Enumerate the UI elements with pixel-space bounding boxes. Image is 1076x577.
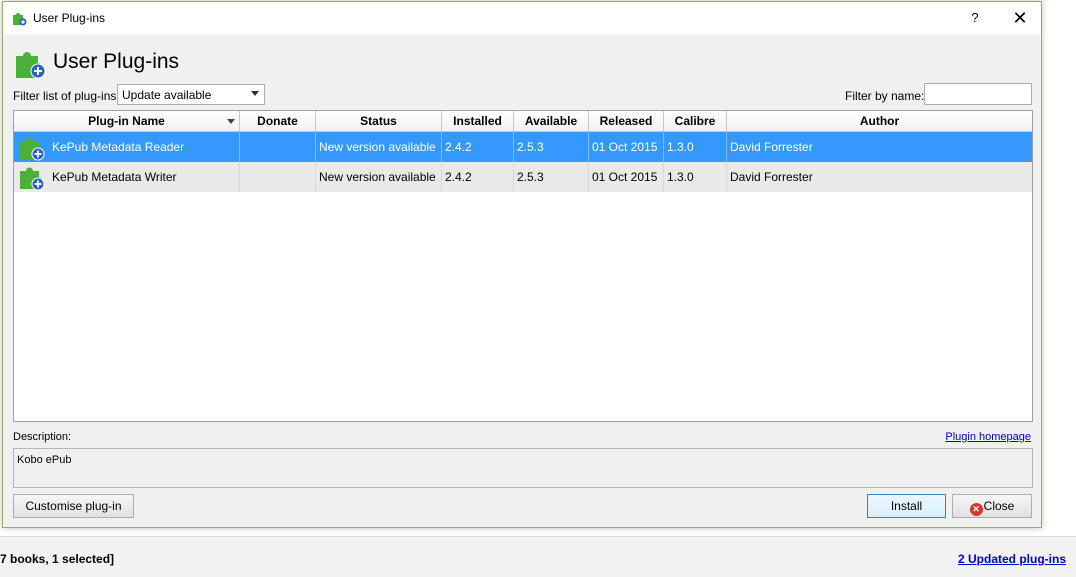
close-button-label: Close	[983, 499, 1015, 513]
books-count-status: 7 books, 1 selected]	[0, 552, 115, 566]
title-bar: User Plug-ins ? ✕	[3, 2, 1041, 34]
column-header-status[interactable]: Status	[316, 111, 442, 131]
puzzle-icon	[16, 52, 46, 79]
column-header-name[interactable]: Plug-in Name	[14, 111, 240, 131]
sort-arrow-icon	[227, 119, 235, 124]
plugins-table: Plug-in Name Donate Status Installed Ava…	[13, 110, 1033, 422]
customise-plugin-button[interactable]: Customise plug-in	[13, 494, 134, 518]
filter-list-select[interactable]: Update available	[117, 84, 265, 105]
plugin-name-cell: KePub Metadata Reader	[14, 132, 240, 162]
close-button[interactable]: ✕ Close	[952, 494, 1032, 518]
page-title: User Plug-ins	[53, 50, 180, 73]
app-status-bar: 7 books, 1 selected] 2 Updated plug-ins	[0, 536, 1076, 577]
available-cell: 2.5.3	[514, 162, 589, 192]
calibre-cell: 1.3.0	[664, 162, 727, 192]
chevron-down-icon	[251, 91, 259, 96]
available-cell: 2.5.3	[514, 132, 589, 162]
table-row[interactable]: KePub Metadata Reader New version availa…	[14, 132, 1032, 162]
donate-cell	[240, 132, 316, 162]
column-header-author[interactable]: Author	[727, 111, 1032, 131]
filter-name-input[interactable]	[924, 83, 1032, 105]
window-title: User Plug-ins	[33, 11, 106, 25]
column-header-donate[interactable]: Donate	[240, 111, 316, 131]
plugin-homepage-link[interactable]: Plugin homepage	[945, 431, 1031, 443]
updated-plugins-link[interactable]: 2 Updated plug-ins	[958, 552, 1066, 566]
column-header-available[interactable]: Available	[514, 111, 589, 131]
column-header-installed[interactable]: Installed	[442, 111, 514, 131]
plugin-icon	[20, 137, 45, 161]
filter-list-label: Filter list of plug-ins:	[13, 89, 120, 103]
status-cell: New version available	[316, 132, 442, 162]
author-cell: David Forrester	[730, 140, 813, 154]
user-plugins-dialog: User Plug-ins ? ✕ User Plug-ins Filter l…	[2, 1, 1042, 528]
install-button[interactable]: Install	[867, 494, 946, 518]
description-label: Description:	[13, 431, 72, 443]
released-cell: 01 Oct 2015	[589, 162, 664, 192]
column-header-released[interactable]: Released	[589, 111, 664, 131]
window-close-button[interactable]: ✕	[1005, 7, 1035, 29]
filter-list-value: Update available	[122, 88, 212, 102]
plugin-name-cell: KePub Metadata Writer	[14, 162, 240, 192]
close-icon: ✕	[969, 503, 983, 516]
status-cell: New version available	[316, 162, 442, 192]
app-background-strip	[1044, 0, 1076, 536]
help-button[interactable]: ?	[965, 8, 985, 28]
released-cell: 01 Oct 2015	[589, 132, 664, 162]
description-text: Kobo ePub	[17, 454, 72, 466]
table-header: Plug-in Name Donate Status Installed Ava…	[14, 111, 1032, 132]
description-box: Kobo ePub	[13, 448, 1033, 488]
column-header-calibre[interactable]: Calibre	[664, 111, 727, 131]
donate-cell	[240, 162, 316, 192]
installed-cell: 2.4.2	[442, 132, 514, 162]
installed-cell: 2.4.2	[442, 162, 514, 192]
puzzle-icon	[13, 13, 27, 26]
table-row[interactable]: KePub Metadata Writer New version availa…	[14, 162, 1032, 192]
filter-name-label: Filter by name:	[845, 89, 925, 103]
calibre-cell: 1.3.0	[664, 132, 727, 162]
author-cell: David Forrester	[730, 170, 813, 184]
plugin-icon	[20, 167, 45, 191]
